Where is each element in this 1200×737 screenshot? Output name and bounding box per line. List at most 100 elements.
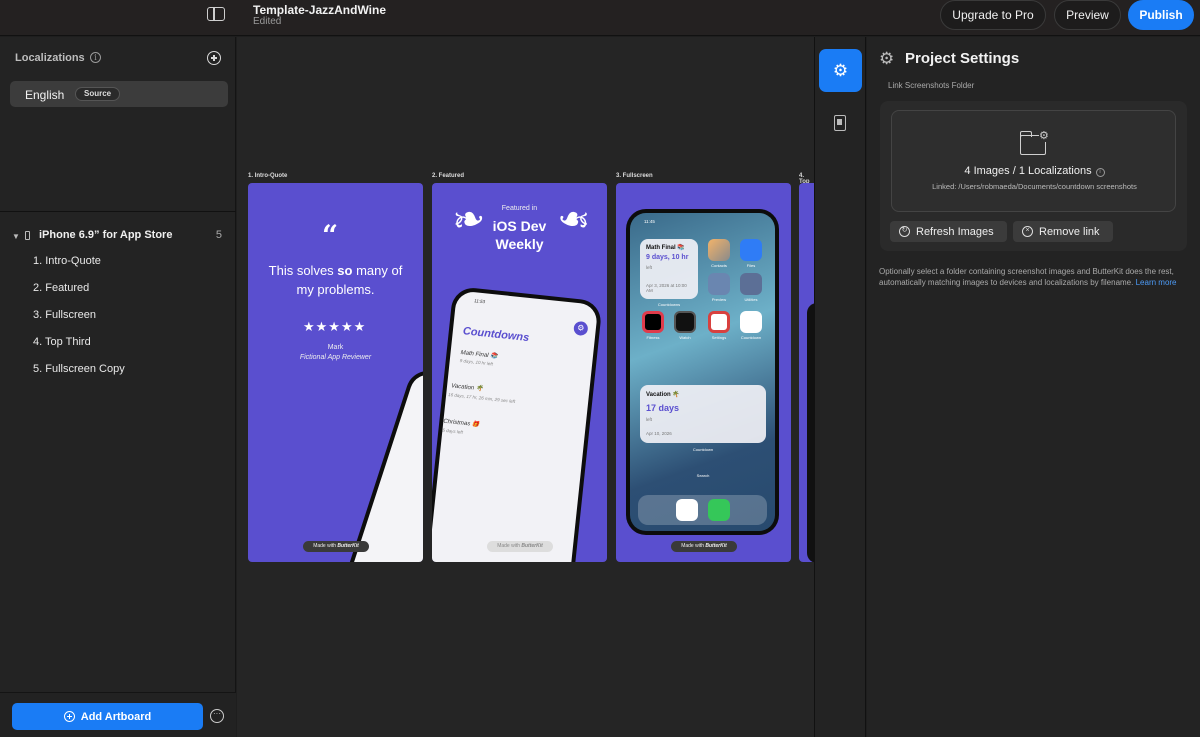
sidebar-toggle-icon[interactable] <box>207 7 225 21</box>
info-icon[interactable]: i <box>1095 168 1105 177</box>
artboard-label: 3. Fullscreen <box>616 173 653 179</box>
artboard-label: 2. Featured <box>432 173 465 179</box>
plus-circle-icon <box>63 711 75 722</box>
app-label: Preview <box>711 297 727 302</box>
rating-stars: ★★★★★ <box>303 319 367 334</box>
phone-time: 11:45 <box>644 219 655 224</box>
remove-link-button[interactable]: × Remove link <box>1013 221 1113 242</box>
gear-icon: ⚙ <box>879 49 895 68</box>
quote-mark: “ <box>322 219 339 252</box>
help-text: Optionally select a folder containing sc… <box>879 267 1177 287</box>
artboard-canvas[interactable]: 1. Intro-Quote 2. Featured 3. Fullscreen… <box>237 37 814 737</box>
linked-path: Linked: /Users/robmaeda/Documents/countd… <box>932 182 1137 191</box>
source-badge: Source <box>75 87 121 101</box>
app-label: Watch <box>679 335 691 340</box>
left-sidebar: Localizations i English Source ▼ iPhone … <box>0 37 236 737</box>
folder-link-panel: ⚙ 4 Images / 1 Localizations i Linked: /U… <box>880 101 1187 251</box>
add-localization-icon[interactable] <box>207 51 221 65</box>
reviewer: Mark Fictional App Reviewer <box>299 344 372 361</box>
upgrade-button[interactable]: Upgrade to Pro <box>940 0 1046 30</box>
featured-title: iOS Dev Weekly <box>492 218 547 252</box>
widget-label: Countdowns <box>657 302 681 307</box>
settings-gear-icon[interactable]: ⚙ <box>819 49 862 92</box>
app-title: Countdowns <box>462 325 530 345</box>
countdown-item: Vacation 🌴 <box>450 383 484 393</box>
safari-icon <box>676 499 698 521</box>
localizations-header: Localizations <box>15 52 85 64</box>
messages-icon <box>708 499 730 521</box>
image-count: 4 Images / 1 Localizations i <box>892 165 1177 177</box>
made-with-badge: Made with ButterKit <box>303 541 369 552</box>
app-label: Contacts <box>711 263 727 268</box>
artboard-item[interactable]: 3. Fullscreen <box>33 309 96 321</box>
device-group[interactable]: ▼ iPhone 6.9” for App Store 5 <box>12 229 222 245</box>
widget-label: Countdown <box>692 447 714 452</box>
countdown-widget: Vacation 🌴 17 days left Apr 10, 2026 <box>640 385 766 443</box>
preview-button[interactable]: Preview <box>1054 0 1121 30</box>
countdown-sub: 16 days, 17 hr, 26 min, 29 sec left <box>447 392 516 405</box>
made-with-badge: Made with ButterKit <box>671 541 737 552</box>
phone-mockup: 11:53 ⚙ Countdowns Math Final 📚 9 days, … <box>432 285 603 562</box>
panel-title: Project Settings <box>905 50 1020 67</box>
phone-mockup <box>336 365 423 562</box>
app-label: Fitness <box>646 335 660 340</box>
artboard-featured[interactable]: ❧ ❧ Featured in iOS Dev Weekly 11:53 ⚙ Co… <box>432 183 607 562</box>
refresh-icon: ↻ <box>899 226 910 237</box>
link-folder-label: Link Screenshots Folder <box>888 81 975 90</box>
info-icon[interactable]: i <box>90 52 101 63</box>
search-pill: Search <box>696 473 710 478</box>
quote-text: This solves so many of my problems. <box>268 263 403 297</box>
featured-caption: Featured in <box>501 205 538 212</box>
device-phone-icon[interactable] <box>834 115 846 131</box>
artboard-label: 1. Intro-Quote <box>248 173 288 179</box>
localization-item-english[interactable]: English Source <box>10 81 228 107</box>
folder-gear-icon: ⚙ <box>1039 130 1049 142</box>
document-title: Template-JazzAndWine <box>253 3 387 17</box>
title-bar: Template-JazzAndWine Edited Upgrade to P… <box>0 0 1200 36</box>
close-icon: × <box>1022 226 1033 237</box>
inspector-rail: ⚙ <box>814 37 866 737</box>
countdown-app-icon <box>740 311 762 333</box>
phone-mockup <box>807 303 814 562</box>
chevron-down-icon[interactable]: ▼ <box>12 232 20 241</box>
settings-gift-icon <box>708 311 730 333</box>
app-label: Settings <box>711 335 727 340</box>
publish-button[interactable]: Publish <box>1128 0 1194 30</box>
artboard-count: 5 <box>215 229 222 241</box>
remove-label: Remove link <box>1039 225 1100 238</box>
app-label: Utilities <box>744 297 758 302</box>
fitness-icon <box>642 311 664 333</box>
more-options-icon[interactable]: ··· <box>210 709 224 723</box>
refresh-label: Refresh Images <box>916 225 994 238</box>
artboard-item[interactable]: 5. Fullscreen Copy <box>33 363 125 375</box>
app-label: Countdown <box>740 335 762 340</box>
add-artboard-label: Add Artboard <box>80 710 152 723</box>
phone-time: 11:53 <box>473 298 486 305</box>
contacts-icon <box>708 239 730 261</box>
sidebar-footer: Add Artboard ··· <box>0 692 236 737</box>
folder-drop-zone[interactable]: ⚙ 4 Images / 1 Localizations i Linked: /U… <box>891 110 1176 212</box>
add-artboard-button[interactable]: Add Artboard <box>12 703 203 730</box>
gear-icon: ⚙ <box>573 320 589 337</box>
divider <box>0 211 236 212</box>
countdown-widget: Math Final 📚 9 days, 10 hr left Apr 3, 2… <box>640 239 698 299</box>
home-screen: 11:45 Math Final 📚 9 days, 10 hr left Ap… <box>630 213 775 531</box>
device-label: iPhone 6.9” for App Store <box>39 229 173 241</box>
countdown-sub: 5 days left <box>442 427 464 435</box>
artboard-intro-quote[interactable]: “ This solves so many of my problems. ★★… <box>248 183 423 562</box>
learn-more-link[interactable]: Learn more <box>1136 278 1177 287</box>
document-status: Edited <box>253 16 282 27</box>
artboard-item[interactable]: 1. Intro-Quote <box>33 255 101 267</box>
app-label: Files <box>746 263 756 268</box>
project-settings-panel: ⚙ Project Settings Link Screenshots Fold… <box>867 37 1200 737</box>
artboard-item[interactable]: 4. Top Third <box>33 336 91 348</box>
artboard-fullscreen[interactable]: 11:45 Math Final 📚 9 days, 10 hr left Ap… <box>616 183 791 562</box>
dock <box>638 495 767 525</box>
watch-icon <box>674 311 696 333</box>
countdown-sub: 9 days, 10 hr left <box>459 358 494 367</box>
artboard-item[interactable]: 2. Featured <box>33 282 89 294</box>
refresh-images-button[interactable]: ↻ Refresh Images <box>890 221 1007 242</box>
countdown-item: Christmas 🎁 <box>443 418 480 429</box>
artboard-top-third[interactable] <box>799 183 814 562</box>
files-icon <box>740 239 762 261</box>
